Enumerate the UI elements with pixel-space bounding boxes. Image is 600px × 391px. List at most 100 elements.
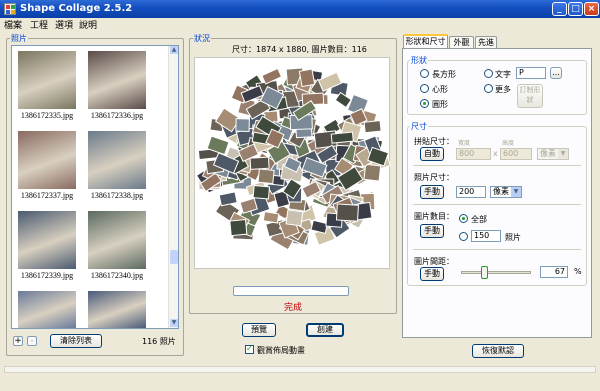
custom-shape-button[interactable]: 訂制形狀: [517, 84, 543, 108]
collage-photo: [285, 209, 304, 227]
spacing-slider-track[interactable]: [461, 271, 531, 274]
shape-more-radio[interactable]: [484, 84, 493, 93]
shape-more-label: 更多: [495, 85, 511, 94]
photo-list-scrollbar[interactable]: ▲ ▼: [168, 46, 178, 328]
collage-image: [195, 67, 392, 251]
collage-photo: [229, 219, 248, 237]
spacing-label: 圖片間距：: [414, 257, 454, 266]
photo-thumbnail[interactable]: [88, 291, 146, 328]
collage-size-auto-button[interactable]: 自動: [420, 147, 444, 161]
collage-photo: [249, 156, 270, 170]
shape-heart-label: 心形: [432, 85, 448, 94]
tab-shape-size[interactable]: 形狀和尺寸: [403, 34, 448, 48]
photo-count: 116 照片: [142, 337, 176, 346]
collage-unit-select[interactable]: 像素 ▼: [537, 148, 569, 160]
size-x-label: x: [493, 149, 498, 158]
spacing-input[interactable]: 67: [540, 266, 568, 278]
font-browse-button[interactable]: ...: [550, 67, 562, 79]
bottom-scrollbar[interactable]: [4, 366, 596, 373]
photo-thumbnail[interactable]: [18, 291, 76, 328]
photo-filename: 1386172337.jpg: [20, 191, 74, 200]
count-unit-label: 照片: [505, 233, 521, 242]
collage-info: 尺寸：1874 x 1880, 圖片數目：116: [232, 45, 367, 54]
photo-thumbnail[interactable]: [88, 51, 146, 109]
preview-button[interactable]: 預覽: [242, 323, 276, 337]
shape-heart-radio[interactable]: [420, 84, 429, 93]
menu-options[interactable]: 選項: [55, 18, 73, 31]
photo-size-manual-button[interactable]: 手動: [420, 185, 444, 199]
app-icon: [4, 3, 16, 15]
watch-layout-label: 觀賞佈局動畫: [257, 346, 305, 355]
watch-layout-checkbox[interactable]: ✓: [245, 344, 254, 354]
remove-photo-button[interactable]: -: [27, 336, 37, 346]
create-button[interactable]: 創建: [306, 323, 344, 337]
separator: [413, 249, 581, 250]
photo-filename: 1386172336.jpg: [90, 111, 144, 120]
collage-photo: [261, 67, 283, 85]
collage-photo: [262, 211, 280, 224]
clear-list-button[interactable]: 清除列表: [50, 334, 102, 348]
photo-thumbnail[interactable]: [88, 131, 146, 189]
count-all-label: 全部: [471, 215, 487, 224]
minimize-button[interactable]: _: [552, 2, 567, 16]
close-button[interactable]: ×: [584, 2, 599, 16]
count-all-radio[interactable]: [459, 214, 468, 223]
photo-count-label: 圖片數目：: [414, 212, 454, 221]
collage-photo: [310, 219, 329, 235]
photo-filename: 1386172338.jpg: [90, 191, 144, 200]
shape-text-radio[interactable]: [484, 69, 493, 78]
photo-thumbnail[interactable]: [88, 211, 146, 269]
status-label: 狀況: [193, 33, 211, 44]
collage-size-label: 拼貼尺寸：: [414, 137, 454, 146]
shape-rect-label: 長方形: [432, 70, 456, 79]
menu-bar: 檔案 工程 選項 說明: [0, 18, 600, 31]
window-title: Shape Collage 2.5.2: [20, 3, 133, 14]
collage-photo: [218, 191, 238, 207]
photos-label: 照片: [10, 33, 28, 44]
shape-rect-radio[interactable]: [420, 69, 429, 78]
spacing-manual-button[interactable]: 手動: [420, 267, 444, 281]
shape-circle-label: 圓形: [432, 100, 448, 109]
status-done: 完成: [284, 303, 303, 313]
collage-photo: [235, 118, 250, 132]
spacing-slider-thumb[interactable]: [481, 266, 488, 279]
photo-filename: 1386172339.jpg: [20, 271, 74, 280]
shape-text-label: 文字: [495, 70, 511, 79]
shape-text-input[interactable]: P: [516, 67, 546, 79]
menu-project[interactable]: 工程: [30, 18, 48, 31]
width-input[interactable]: 800: [456, 148, 491, 160]
height-label: 高度: [502, 140, 515, 147]
photo-count-input[interactable]: 150: [471, 230, 501, 242]
collage-photo: [330, 131, 354, 144]
collage-photos: [195, 67, 392, 251]
width-label: 寬度: [458, 140, 471, 147]
photo-count-manual-button[interactable]: 手動: [420, 224, 444, 238]
count-custom-radio[interactable]: [459, 232, 468, 241]
spacing-percent: %: [574, 267, 582, 276]
height-input[interactable]: 600: [500, 148, 532, 160]
shape-group-label: 形狀: [410, 55, 428, 66]
chevron-down-icon: ▼: [558, 149, 568, 159]
size-group-label: 尺寸: [410, 121, 428, 132]
restore-defaults-button[interactable]: 恢復默認: [472, 344, 524, 358]
photo-size-input[interactable]: 200: [456, 186, 486, 198]
photo-size-unit-select[interactable]: 像素 ▼: [490, 186, 522, 198]
collage-photo: [363, 163, 382, 182]
photo-filename: 1386172340.jpg: [90, 271, 144, 280]
photo-filename: 1386172335.jpg: [20, 111, 74, 120]
photo-thumbnail[interactable]: [18, 211, 76, 269]
separator: [413, 204, 581, 205]
menu-help[interactable]: 說明: [79, 18, 97, 31]
collage-photo: [335, 203, 359, 222]
shape-circle-radio[interactable]: [420, 99, 429, 108]
title-bar: Shape Collage 2.5.2 _ □ ×: [0, 0, 600, 18]
collage-photo: [252, 185, 271, 200]
photo-thumbnail[interactable]: [18, 51, 76, 109]
collage-photo: [298, 68, 316, 88]
photo-thumbnail[interactable]: [18, 131, 76, 189]
menu-file[interactable]: 檔案: [4, 18, 22, 31]
add-photo-button[interactable]: +: [13, 336, 23, 346]
maximize-button[interactable]: □: [568, 2, 583, 16]
collage-photo: [257, 168, 275, 185]
photo-size-label: 照片尺寸：: [414, 173, 454, 182]
